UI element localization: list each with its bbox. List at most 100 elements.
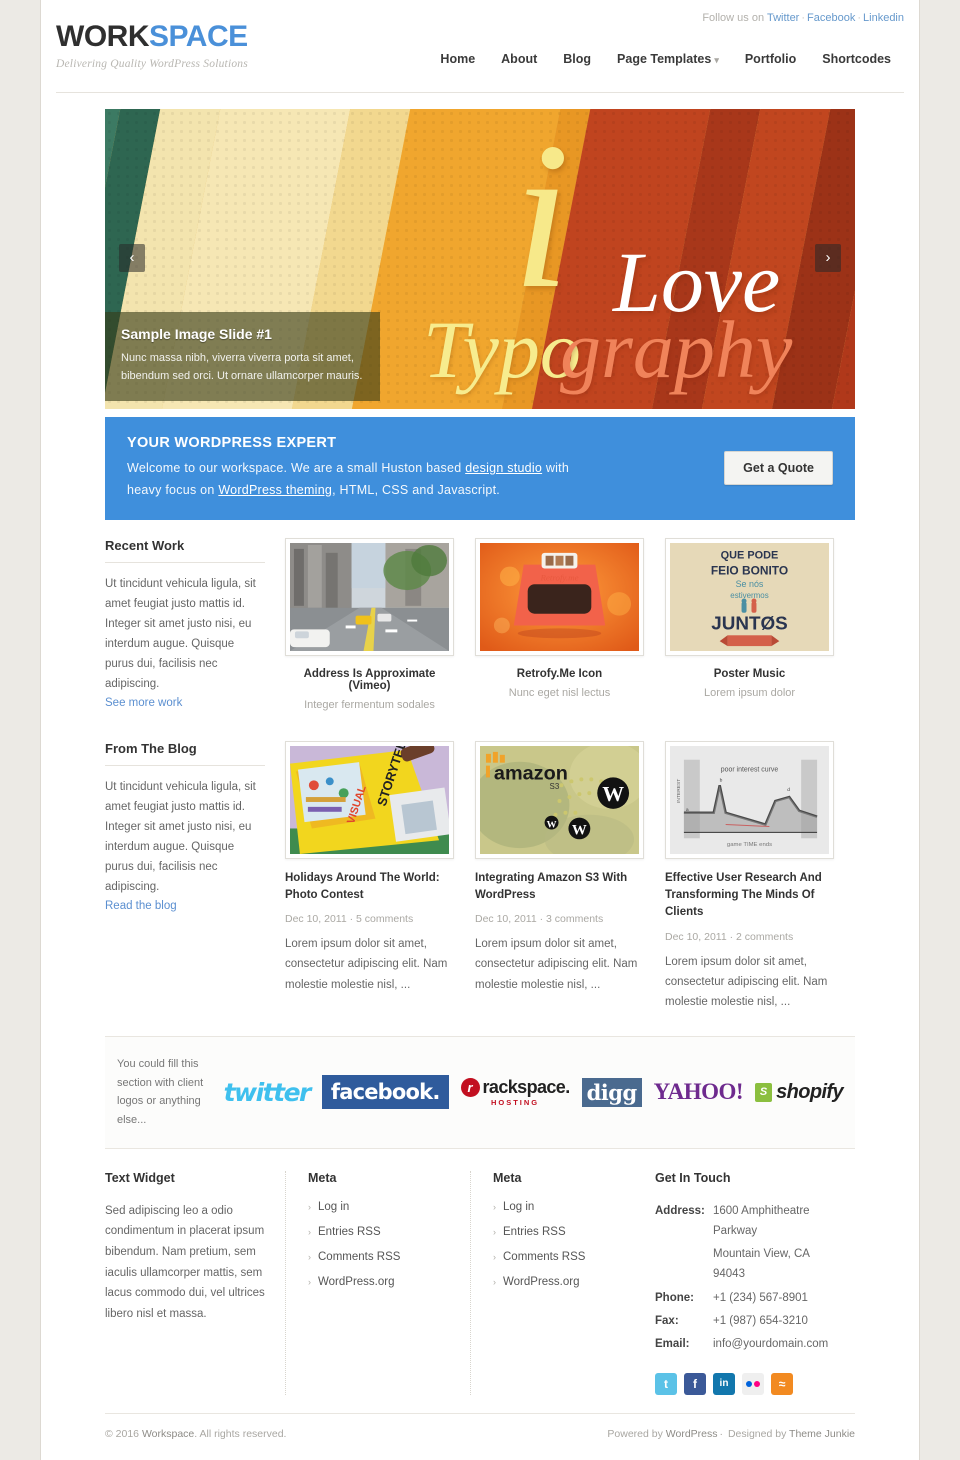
list-item[interactable]: › Comments RSS <box>493 1251 635 1263</box>
blog-post-title[interactable]: Integrating Amazon S3 With WordPress <box>475 870 644 905</box>
meta2-link-comments-rss[interactable]: Comments RSS <box>503 1251 585 1263</box>
svg-text:d: d <box>787 787 790 793</box>
callout-link-wordpress-theming[interactable]: WordPress theming <box>218 483 332 497</box>
nav-item-shortcodes[interactable]: Shortcodes <box>809 48 904 70</box>
bullet-arrow-icon: › <box>308 1201 311 1212</box>
social-sep-1: · <box>801 12 806 24</box>
meta1-link-comments-rss[interactable]: Comments RSS <box>318 1251 400 1263</box>
list-item[interactable]: › WordPress.org <box>493 1276 635 1288</box>
recent-work-heading: Recent Work <box>105 538 265 563</box>
bullet-arrow-icon: › <box>493 1201 496 1212</box>
list-item[interactable]: › Entries RSS <box>493 1226 635 1238</box>
rackspace-name: rackspace. <box>482 1077 571 1098</box>
copyright-site-link[interactable]: Workspace <box>142 1428 194 1440</box>
callout-link-design-studio[interactable]: design studio <box>465 461 542 475</box>
callout-title: YOUR WORDPRESS EXPERT <box>127 435 337 451</box>
contact-phone-row: Phone: +1 (234) 567-8901 <box>655 1288 835 1308</box>
portfolio-subtitle: Lorem ipsum dolor <box>703 686 796 699</box>
blog-post-item[interactable]: poor interest curve INTEREST game TIME e… <box>665 740 834 1012</box>
list-item[interactable]: › Entries RSS <box>308 1226 450 1238</box>
blog-thumbnail-amazon-s3[interactable]: amazon S3 W W W <box>475 740 644 859</box>
portfolio-thumbnail-poster-music[interactable]: QUE PODE FEIO BONITO Se nós estivermos J… <box>665 537 834 656</box>
meta2-link-login[interactable]: Log in <box>503 1201 534 1213</box>
footer-widget-contact: Get In Touch Address: 1600 Amphitheatre … <box>655 1171 855 1395</box>
client-logo-facebook[interactable]: facebook. <box>321 1075 449 1110</box>
text-widget-body: Sed adipiscing leo a odio condimentum in… <box>105 1204 265 1321</box>
client-logo-twitter[interactable]: twitter <box>224 1078 312 1107</box>
slider-next-arrow-icon[interactable]: › <box>815 244 841 272</box>
blog-post-title[interactable]: Holidays Around The World: Photo Contest <box>285 870 454 905</box>
client-logo-shopify[interactable]: S shopify <box>755 1081 844 1104</box>
logo-text-space: SPACE <box>148 20 248 53</box>
rss-icon[interactable]: ≈ <box>771 1372 793 1395</box>
portfolio-item[interactable]: QUE PODE FEIO BONITO Se nós estivermos J… <box>665 537 834 711</box>
nav-item-portfolio[interactable]: Portfolio <box>732 48 809 70</box>
read-the-blog-link[interactable]: Read the blog <box>105 900 177 912</box>
callout-paragraph: Welcome to our workspace. We are a small… <box>127 458 724 502</box>
flickr-icon[interactable] <box>742 1372 764 1395</box>
list-item[interactable]: › WordPress.org <box>308 1276 450 1288</box>
callout-text-block: YOUR WORDPRESS EXPERT Welcome to our wor… <box>127 435 724 502</box>
portfolio-thumbnail-retrofy-icon[interactable]: Retrofy.me <box>475 537 644 656</box>
see-more-work-link[interactable]: See more work <box>105 697 182 709</box>
meta1-link-entries-rss[interactable]: Entries RSS <box>318 1226 381 1238</box>
nav-item-home[interactable]: Home <box>427 48 488 70</box>
portfolio-item[interactable]: Address Is Approximate (Vimeo) Integer f… <box>285 537 454 711</box>
footer-widget-meta-2: Meta › Log in › Entries RSS › Comments RSS … <box>470 1170 655 1395</box>
svg-text:FEIO BONITO: FEIO BONITO <box>711 563 788 577</box>
top-social-twitter[interactable]: Twitter <box>767 12 799 24</box>
contact-address-row: Address: 1600 Amphitheatre Parkway <box>655 1201 835 1241</box>
top-social-facebook[interactable]: Facebook <box>807 12 855 24</box>
blog-thumbnail-visual-storytelling[interactable]: STORYTELLING VISUAL <box>285 740 454 859</box>
blog-post-meta: Dec 10, 2011 · 3 comments <box>475 913 604 926</box>
email-value[interactable]: info@yourdomain.com <box>713 1334 828 1354</box>
portfolio-title: Retrofy.Me Icon <box>516 667 603 680</box>
contact-email-row: Email: info@yourdomain.com <box>655 1334 835 1354</box>
list-item[interactable]: › Comments RSS <box>308 1251 450 1263</box>
theme-junkie-link[interactable]: Theme Junkie <box>789 1428 855 1440</box>
from-the-blog-section: From The Blog Ut tincidunt vehicula ligu… <box>105 711 855 1012</box>
bullet-arrow-icon: › <box>493 1276 496 1287</box>
primary-navigation: Home About Blog Page Templates ▾ Portfoli… <box>427 48 904 70</box>
list-item[interactable]: › Log in <box>493 1201 635 1213</box>
twitter-icon[interactable]: t <box>655 1372 677 1395</box>
client-logo-rackspace[interactable]: r rackspace. HOSTING <box>460 1077 571 1107</box>
get-a-quote-button[interactable]: Get a Quote <box>724 451 833 486</box>
meta2-link-wordpress-org[interactable]: WordPress.org <box>503 1276 579 1288</box>
nav-item-page-templates[interactable]: Page Templates ▾ <box>604 48 732 70</box>
recent-work-section: Recent Work Ut tincidunt vehicula ligula… <box>105 520 855 711</box>
portfolio-item[interactable]: Retrofy.me Retrofy.Me Icon Nunc eget nis… <box>475 537 644 711</box>
blog-posts-grid: STORYTELLING VISUAL Holidays Around The … <box>285 740 855 1012</box>
nav-item-blog[interactable]: Blog <box>550 48 604 70</box>
portfolio-thumbnail-city-street[interactable] <box>285 537 454 656</box>
linkedin-icon[interactable]: in <box>713 1372 735 1395</box>
client-logos-list: twitter facebook. r rackspace. HOSTING d… <box>224 1075 844 1110</box>
recent-work-grid: Address Is Approximate (Vimeo) Integer f… <box>285 537 855 711</box>
blog-post-item[interactable]: amazon S3 W W W Integrating Amazon S3 Wi… <box>475 740 644 1012</box>
blog-post-item[interactable]: STORYTELLING VISUAL Holidays Around The … <box>285 740 454 1012</box>
nav-item-about[interactable]: About <box>488 48 550 70</box>
meta2-link-entries-rss[interactable]: Entries RSS <box>503 1226 566 1238</box>
fax-value: +1 (987) 654-3210 <box>713 1315 808 1328</box>
blog-post-title[interactable]: Effective User Research And Transforming… <box>665 870 834 922</box>
portfolio-title: Address Is Approximate (Vimeo) <box>303 667 436 692</box>
meta1-link-wordpress-org[interactable]: WordPress.org <box>318 1276 394 1288</box>
client-logo-digg[interactable]: digg <box>581 1077 642 1107</box>
meta1-link-login[interactable]: Log in <box>318 1201 349 1213</box>
svg-text:JUNTØS: JUNTØS <box>711 612 788 633</box>
svg-text:amazon: amazon <box>494 762 568 784</box>
slider-prev-arrow-icon[interactable]: ‹ <box>119 244 145 272</box>
page-container: Follow us on Twitter · Facebook · Linkedin W… <box>40 0 920 1460</box>
client-logo-yahoo[interactable]: YAHOO! <box>654 1079 744 1105</box>
top-social-linkedin[interactable]: Linkedin <box>863 12 904 24</box>
facebook-icon[interactable]: f <box>684 1372 706 1395</box>
bullet-arrow-icon: › <box>308 1251 311 1262</box>
footer-widgets: Text Widget Sed adipiscing leo a odio co… <box>105 1149 855 1413</box>
visual-storytelling-book-icon: STORYTELLING VISUAL <box>290 745 449 854</box>
blog-thumbnail-interest-curve[interactable]: poor interest curve INTEREST game TIME e… <box>665 740 834 859</box>
wordpress-link[interactable]: WordPress <box>666 1428 718 1440</box>
rackspace-mark-icon: r <box>460 1078 480 1098</box>
list-item[interactable]: › Log in <box>308 1201 450 1213</box>
svg-text:estivermos: estivermos <box>730 591 768 600</box>
poor-interest-curve-chart-icon: poor interest curve INTEREST game TIME e… <box>670 745 829 854</box>
